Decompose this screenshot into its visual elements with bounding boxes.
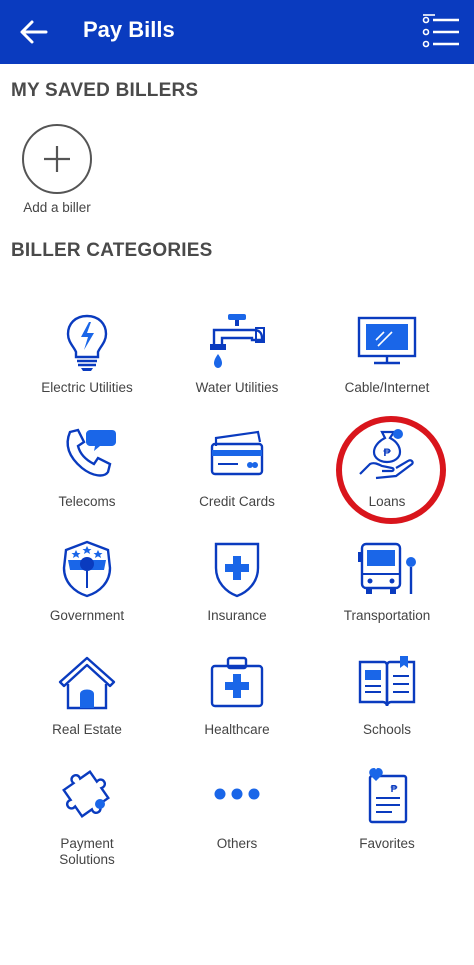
- favorite-bill-icon: ₱: [368, 768, 408, 824]
- category-government[interactable]: Government: [12, 538, 162, 624]
- category-label: Electric Utilities: [41, 380, 133, 395]
- category-electric-utilities[interactable]: Electric Utilities: [12, 310, 162, 396]
- insurance-shield-icon: [214, 542, 260, 598]
- book-icon: [358, 656, 416, 707]
- add-biller-button[interactable]: [22, 124, 92, 194]
- puzzle-icon: [62, 770, 110, 818]
- category-label: Payment Solutions: [59, 836, 115, 867]
- category-label: Credit Cards: [199, 494, 275, 509]
- category-label: Favorites: [359, 836, 415, 851]
- plus-icon: [44, 146, 70, 172]
- government-shield-icon: [62, 540, 112, 598]
- category-label: Others: [216, 836, 258, 851]
- category-label: Healthcare: [204, 722, 270, 737]
- house-icon: [58, 656, 116, 710]
- money-bag-hand-icon: ₱: [359, 429, 414, 480]
- category-water-utilities[interactable]: Water Utilities: [162, 310, 312, 396]
- category-telecoms[interactable]: Telecoms: [12, 424, 162, 510]
- saved-billers-heading: MY SAVED BILLERS: [11, 80, 199, 101]
- lightbulb-icon: [66, 314, 108, 371]
- category-healthcare[interactable]: Healthcare: [162, 652, 312, 738]
- credit-card-icon: [210, 430, 264, 476]
- dots-icon: [214, 788, 260, 800]
- category-payment-solutions[interactable]: Payment Solutions: [12, 766, 162, 868]
- category-label: Government: [49, 608, 125, 623]
- app-header: Pay Bills: [0, 0, 474, 64]
- category-label: Real Estate: [52, 722, 122, 737]
- first-aid-kit-icon: [210, 656, 264, 708]
- category-favorites[interactable]: ₱ Favorites: [312, 766, 462, 852]
- category-real-estate[interactable]: Real Estate: [12, 652, 162, 738]
- svg-text:₱: ₱: [383, 447, 391, 459]
- add-biller-label: Add a biller: [23, 200, 91, 215]
- category-label: Telecoms: [58, 494, 116, 509]
- monitor-icon: [357, 316, 417, 365]
- faucet-icon: [210, 314, 265, 368]
- category-label: Cable/Internet: [344, 380, 430, 395]
- category-label: Water Utilities: [195, 380, 279, 395]
- category-others[interactable]: Others: [162, 766, 312, 852]
- bus-icon: [358, 542, 416, 594]
- category-label: Insurance: [207, 608, 267, 623]
- phone-icon: [66, 428, 116, 477]
- category-cable-internet[interactable]: Cable/Internet: [312, 310, 462, 396]
- category-transportation[interactable]: Transportation: [312, 538, 462, 624]
- category-label: Loans: [368, 494, 406, 509]
- biller-categories-heading: BILLER CATEGORIES: [11, 240, 213, 261]
- page-title: Pay Bills: [83, 17, 175, 42]
- category-label: Transportation: [343, 608, 431, 623]
- category-loans[interactable]: ₱ Loans: [312, 424, 462, 510]
- svg-text:₱: ₱: [391, 784, 398, 795]
- category-schools[interactable]: Schools: [312, 652, 462, 738]
- category-insurance[interactable]: Insurance: [162, 538, 312, 624]
- category-label: Schools: [362, 722, 412, 737]
- category-credit-cards[interactable]: Credit Cards: [162, 424, 312, 510]
- arrow-left-icon[interactable]: [18, 18, 48, 46]
- list-menu-icon[interactable]: [421, 14, 461, 50]
